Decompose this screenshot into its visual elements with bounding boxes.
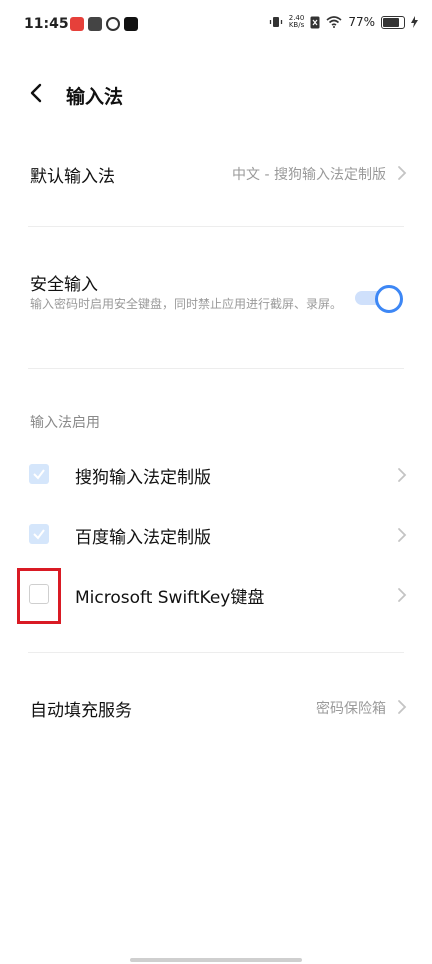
net-speed-unit: KB/s bbox=[288, 21, 305, 29]
highlight-box bbox=[17, 568, 61, 624]
ime-item-baidu[interactable]: 百度输入法定制版 bbox=[0, 512, 432, 558]
secure-input-toggle[interactable] bbox=[355, 284, 403, 313]
back-arrow-icon[interactable] bbox=[26, 82, 48, 104]
vibrate-icon bbox=[269, 17, 282, 27]
autofill-label: 自动填充服务 bbox=[30, 701, 132, 721]
ime-item-label: 百度输入法定制版 bbox=[75, 528, 211, 548]
sim-off-icon bbox=[310, 16, 320, 28]
checkmark-icon bbox=[33, 529, 45, 540]
autofill-value: 密码保险箱 bbox=[316, 701, 386, 717]
chevron-right-icon bbox=[398, 468, 407, 482]
checkbox-checked[interactable] bbox=[29, 464, 49, 484]
secure-input-label: 安全输入 bbox=[30, 275, 98, 295]
tiktok-icon bbox=[124, 17, 138, 31]
section-title: 输入法启用 bbox=[30, 415, 100, 431]
default-input-label: 默认输入法 bbox=[30, 167, 115, 187]
link-icon bbox=[106, 17, 120, 31]
page-title: 输入法 bbox=[66, 86, 124, 108]
ime-item-label: 搜狗输入法定制版 bbox=[75, 468, 211, 488]
divider bbox=[28, 368, 404, 369]
checkbox-checked[interactable] bbox=[29, 524, 49, 544]
page-header: 输入法 bbox=[0, 70, 432, 118]
status-time: 11:45 bbox=[24, 16, 69, 32]
divider bbox=[28, 226, 404, 227]
chevron-right-icon bbox=[398, 528, 407, 542]
chevron-right-icon bbox=[398, 700, 407, 714]
status-bar: 11:45 2.40 KB/s 77% bbox=[0, 0, 432, 52]
net-speed: 2.40 KB/s bbox=[289, 15, 305, 29]
wifi-icon bbox=[326, 16, 342, 28]
default-input-value: 中文 - 搜狗输入法定制版 bbox=[232, 167, 386, 183]
autofill-row[interactable]: 自动填充服务 密码保险箱 bbox=[0, 684, 432, 734]
home-indicator[interactable] bbox=[130, 958, 302, 962]
redbook-icon bbox=[70, 17, 84, 31]
default-input-row[interactable]: 默认输入法 中文 - 搜狗输入法定制版 bbox=[0, 148, 432, 198]
divider bbox=[28, 652, 404, 653]
battery-icon bbox=[381, 15, 405, 29]
secure-input-description: 输入密码时启用安全键盘，同时禁止应用进行截屏、录屏。 bbox=[30, 297, 343, 311]
chevron-right-icon bbox=[398, 588, 407, 602]
checkmark-icon bbox=[33, 469, 45, 480]
ime-item-sogou[interactable]: 搜狗输入法定制版 bbox=[0, 452, 432, 498]
battery-percent: 77% bbox=[348, 15, 375, 29]
ime-item-swiftkey[interactable]: Microsoft SwiftKey键盘 bbox=[0, 572, 432, 618]
store-icon bbox=[88, 17, 102, 31]
charging-icon bbox=[411, 16, 418, 28]
ime-item-label: Microsoft SwiftKey键盘 bbox=[75, 588, 265, 608]
chevron-right-icon bbox=[398, 166, 407, 180]
